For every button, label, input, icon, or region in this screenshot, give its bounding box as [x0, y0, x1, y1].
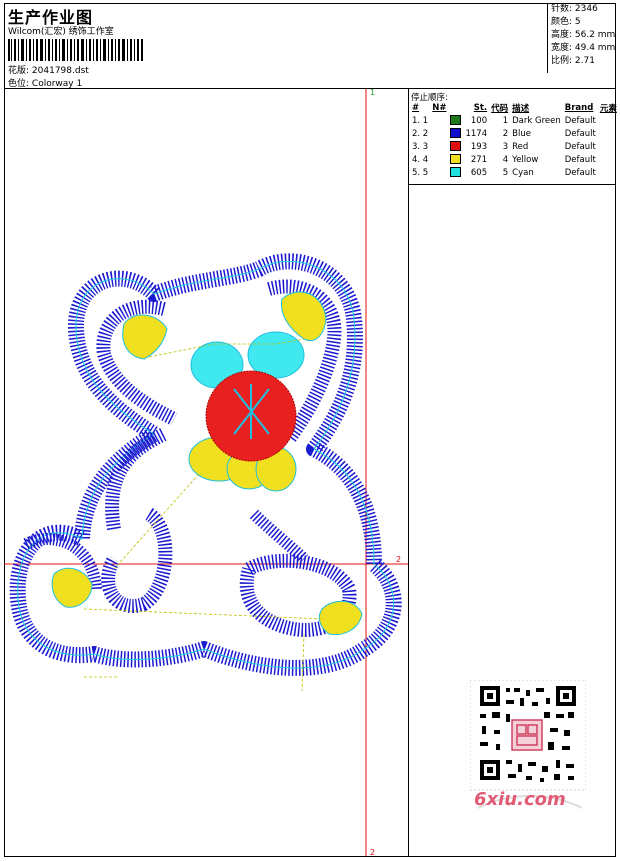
watermark-site: 6xiu.com: [474, 789, 566, 810]
marker-bottom: 2: [370, 848, 375, 856]
color-table: # N# St. 代码 描述 Brand 元素 1. 1 100 1 Dark Gre…: [410, 101, 619, 179]
col-brand: Brand: [564, 102, 594, 113]
row-stitches: 1174: [465, 128, 488, 139]
color-row: 4. 4 271 4 Yellow Default: [410, 153, 619, 166]
row-index: 1. 1: [412, 115, 429, 126]
row-desc: Yellow: [512, 154, 539, 165]
row-index: 5. 5: [412, 167, 429, 178]
col-index: #: [412, 102, 420, 113]
row-swatch: [448, 166, 463, 179]
row-needle: [430, 127, 448, 140]
colorway-line: 色位: Colorway 1: [8, 76, 82, 89]
stitch-count: 针数: 2346: [551, 4, 598, 14]
row-element: [598, 153, 619, 166]
row-swatch: [448, 153, 463, 166]
col-stitches: St.: [473, 102, 488, 113]
row-desc: Red: [512, 141, 529, 152]
row-element: [598, 127, 619, 140]
row-code: 5: [502, 167, 509, 178]
color-swatch: [450, 128, 462, 139]
color-swatch: [450, 141, 462, 152]
row-needle: [430, 153, 448, 166]
row-stitches: 271: [470, 154, 488, 165]
red-nose: [205, 370, 297, 462]
row-stitches: 193: [470, 141, 488, 152]
row-swatch: [448, 114, 463, 127]
row-code: 2: [502, 128, 509, 139]
row-needle: [430, 114, 448, 127]
row-desc: Cyan: [512, 167, 534, 178]
row-brand: Default: [564, 167, 596, 178]
row-swatch: [448, 127, 463, 140]
header: 生产作业图 Wilcom(汇宏) 绣饰工作室 花版: 2041798.dst 色…: [4, 3, 616, 89]
stats-box: 针数: 2346 颜色: 5 高度: 56.2 mm 宽度: 49.4 mm 比…: [547, 3, 616, 73]
color-swatch: [450, 167, 462, 178]
marker-top: 1: [370, 89, 375, 97]
row-index: 2. 2: [412, 128, 429, 139]
color-sequence-panel: 停止顺序: # N# St. 代码 描述 Brand 元素 1. 1 100 1 Da…: [409, 89, 619, 185]
row-needle: [430, 140, 448, 153]
row-stitches: 100: [470, 115, 488, 126]
row-code: 1: [502, 115, 509, 126]
row-index: 4. 4: [412, 154, 429, 165]
col-element: 元素: [599, 103, 617, 114]
row-element: [598, 166, 619, 179]
design-line: 花版: 2041798.dst: [8, 63, 89, 76]
row-desc: Dark Green: [512, 115, 561, 126]
row-element: [598, 140, 619, 153]
row-brand: Default: [564, 128, 596, 139]
color-row: 3. 3 193 3 Red Default: [410, 140, 619, 153]
color-table-header: # N# St. 代码 描述 Brand 元素: [410, 101, 619, 114]
barcode: [8, 39, 143, 61]
design-height: 高度: 56.2 mm: [551, 30, 616, 40]
col-swatch: [448, 101, 463, 114]
color-row: 1. 1 100 1 Dark Green Default: [410, 114, 619, 127]
col-code: 代码: [491, 103, 509, 114]
design-width: 宽度: 49.4 mm: [551, 43, 616, 53]
row-code: 3: [502, 141, 509, 152]
col-needle: N#: [432, 102, 447, 113]
colorway-label: 色位:: [8, 79, 30, 89]
color-row: 5. 5 605 5 Cyan Default: [410, 166, 619, 179]
color-count: 颜色: 5: [551, 17, 581, 27]
row-needle: [430, 166, 448, 179]
color-row: 2. 2 1174 2 Blue Default: [410, 127, 619, 140]
color-swatch: [450, 154, 462, 165]
row-index: 3. 3: [412, 141, 429, 152]
design-canvas: 1 2 2: [4, 88, 409, 857]
row-swatch: [448, 140, 463, 153]
row-code: 4: [502, 154, 509, 165]
design-scale: 比例: 2.71: [551, 56, 595, 66]
marker-right: 2: [396, 555, 401, 564]
row-brand: Default: [564, 115, 596, 126]
colorway-value: Colorway 1: [31, 79, 83, 89]
color-swatch: [450, 115, 462, 126]
row-desc: Blue: [512, 128, 531, 139]
company-name: Wilcom(汇宏) 绣饰工作室: [8, 27, 114, 37]
row-element: [598, 114, 619, 127]
row-stitches: 605: [470, 167, 488, 178]
embroidery-preview: 1 2 2: [4, 88, 408, 857]
row-brand: Default: [564, 141, 596, 152]
row-brand: Default: [564, 154, 596, 165]
design-value: 2041798.dst: [31, 66, 89, 76]
design-label: 花版:: [8, 66, 30, 76]
col-desc: 描述: [512, 103, 530, 114]
